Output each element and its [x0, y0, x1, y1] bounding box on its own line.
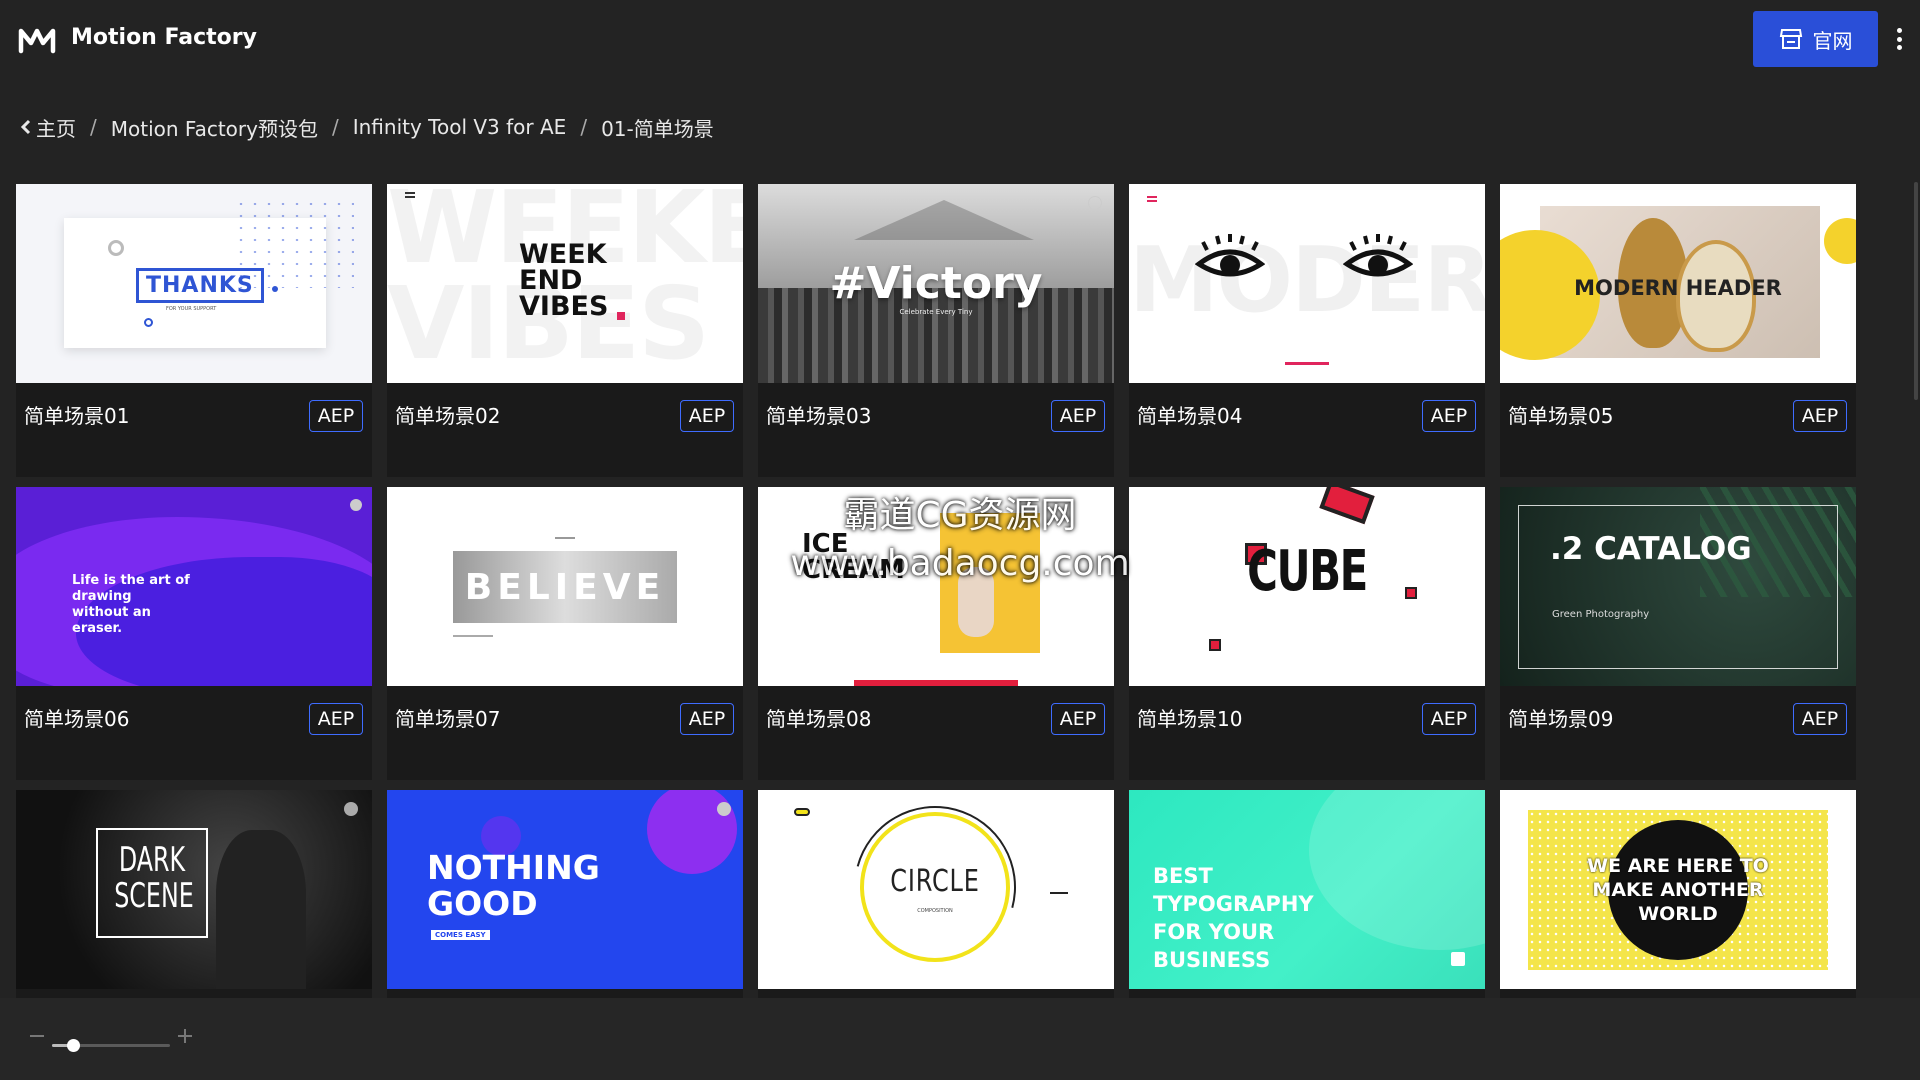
official-site-button[interactable]: 官网: [1753, 11, 1878, 67]
thumb-text: DARK SCENE: [114, 840, 194, 916]
asset-grid: THANKS FOR YOUR SUPPORT 简单场景01 AEP WEEKE…: [16, 184, 1856, 998]
breadcrumb-separator: /: [90, 115, 97, 139]
breadcrumb-separator: /: [331, 115, 339, 139]
thumb-subtext: COMPOSITION: [917, 908, 953, 914]
thumb-subtext: Celebrate Every Tiny: [899, 308, 973, 316]
thumb-text: MODERN HEADER: [1574, 276, 1782, 300]
asset-thumbnail: BEST TYPOGRAPHY FOR YOUR BUSINESS: [1129, 790, 1485, 989]
aep-badge: AEP: [1422, 400, 1476, 432]
asset-card[interactable]: NOTHING GOOD COMES EASY: [387, 790, 743, 998]
asset-card[interactable]: WE ARE HERE TO MAKE ANOTHER WORLD: [1500, 790, 1856, 998]
zoom-in-icon[interactable]: [177, 1028, 193, 1044]
asset-name: 简单场景10: [1137, 707, 1243, 731]
asset-card[interactable]: THANKS FOR YOUR SUPPORT 简单场景01 AEP: [16, 184, 372, 477]
asset-thumbnail: CUBE: [1129, 487, 1485, 686]
breadcrumb: 主页 / Motion Factory预设包 / Infinity Tool V…: [20, 112, 714, 142]
asset-thumbnail: NOTHING GOOD COMES EASY: [387, 790, 743, 989]
thumb-text: ICE CREAM: [802, 529, 905, 585]
breadcrumb-separator: /: [580, 115, 588, 139]
asset-thumbnail: Life is the art of drawing without an er…: [16, 487, 372, 686]
thumb-text: #Victory: [829, 258, 1043, 309]
zoom-slider[interactable]: [52, 1039, 170, 1052]
thumb-subtext: COMES EASY: [431, 930, 490, 940]
asset-card[interactable]: MODERN HEADER 简单场景05 AEP: [1500, 184, 1856, 477]
breadcrumb-preset-pack[interactable]: Motion Factory预设包: [111, 113, 318, 142]
aep-badge: AEP: [680, 703, 734, 735]
asset-name: 简单场景09: [1508, 707, 1614, 731]
footer-bar: [0, 998, 1920, 1080]
asset-thumbnail: CIRCLE COMPOSITION: [758, 790, 1114, 989]
asset-thumbnail: THANKS FOR YOUR SUPPORT: [16, 184, 372, 383]
thumb-text: BEST TYPOGRAPHY FOR YOUR BUSINESS: [1153, 864, 1314, 972]
asset-thumbnail: WEEKEND VIBES WEEK END VIBES: [387, 184, 743, 383]
top-bar: Motion Factory 官网: [0, 0, 1920, 78]
asset-name: 简单场景03: [766, 404, 872, 428]
aep-badge: AEP: [309, 703, 363, 735]
scrollbar[interactable]: [1914, 182, 1918, 400]
asset-card[interactable]: WEEKEND VIBES WEEK END VIBES 简单场景02 AEP: [387, 184, 743, 477]
asset-thumbnail: BELIEVE: [387, 487, 743, 686]
breadcrumb-current: 01-简单场景: [601, 116, 714, 141]
more-menu-icon[interactable]: [1893, 22, 1905, 56]
thumb-text: CUBE: [1247, 539, 1368, 604]
aep-badge: AEP: [1793, 703, 1847, 735]
asset-name: 简单场景06: [24, 707, 130, 731]
thumb-subtext: FOR YOUR SUPPORT: [166, 306, 217, 312]
asset-thumbnail: #Victory Celebrate Every Tiny: [758, 184, 1114, 383]
thumb-text: NOTHING GOOD: [427, 848, 600, 923]
chevron-left-icon[interactable]: [20, 119, 32, 135]
aep-badge: AEP: [309, 400, 363, 432]
thumb-text: WEEK END VIBES: [519, 239, 609, 322]
asset-thumbnail: MODERN HEADER: [1500, 184, 1856, 383]
asset-thumbnail: DARK SCENE: [16, 790, 372, 989]
thumb-text: .2 CATALOG: [1550, 531, 1752, 567]
asset-name: 简单场景08: [766, 707, 872, 731]
asset-card[interactable]: MODERN 简单场景04 AEP: [1129, 184, 1485, 477]
asset-thumbnail: MODERN: [1129, 184, 1485, 383]
aep-badge: AEP: [1422, 703, 1476, 735]
asset-name: 简单场景07: [395, 707, 501, 731]
asset-card[interactable]: BEST TYPOGRAPHY FOR YOUR BUSINESS: [1129, 790, 1485, 998]
thumb-subtext: Green Photography: [1552, 609, 1650, 620]
asset-name: 简单场景02: [395, 404, 501, 428]
asset-card[interactable]: DARK SCENE: [16, 790, 372, 998]
thumb-bg-text: MODERN: [1129, 228, 1485, 333]
eye-icon: [1195, 234, 1265, 277]
asset-card[interactable]: Life is the art of drawing without an er…: [16, 487, 372, 780]
asset-card[interactable]: ICE CREAM 简单场景08 AEP: [758, 487, 1114, 780]
official-site-label: 官网: [1812, 28, 1853, 53]
thumb-text: Life is the art of drawing without an er…: [72, 573, 190, 636]
app-title: Motion Factory: [71, 25, 257, 50]
thumb-text: CIRCLE: [890, 864, 980, 899]
asset-card[interactable]: .2 CATALOG Green Photography 简单场景09 AEP: [1500, 487, 1856, 780]
motion-factory-logo-icon: [18, 28, 56, 54]
aep-badge: AEP: [1051, 703, 1105, 735]
asset-card[interactable]: CIRCLE COMPOSITION: [758, 790, 1114, 998]
asset-name: 简单场景04: [1137, 404, 1243, 428]
asset-name: 简单场景05: [1508, 404, 1614, 428]
store-icon: [1779, 29, 1802, 49]
aep-badge: AEP: [1051, 400, 1105, 432]
asset-card[interactable]: BELIEVE 简单场景07 AEP: [387, 487, 743, 780]
asset-card[interactable]: CUBE 简单场景10 AEP: [1129, 487, 1485, 780]
thumb-text: BELIEVE: [464, 567, 666, 608]
breadcrumb-infinity-tool[interactable]: Infinity Tool V3 for AE: [353, 115, 567, 139]
asset-thumbnail: ICE CREAM: [758, 487, 1114, 686]
breadcrumb-home[interactable]: 主页: [36, 113, 76, 142]
asset-name: 简单场景01: [24, 404, 130, 428]
asset-thumbnail: WE ARE HERE TO MAKE ANOTHER WORLD: [1500, 790, 1856, 989]
aep-badge: AEP: [1793, 400, 1847, 432]
eye-icon: [1343, 234, 1413, 277]
aep-badge: AEP: [680, 400, 734, 432]
asset-thumbnail: .2 CATALOG Green Photography: [1500, 487, 1856, 686]
thumb-text: WE ARE HERE TO MAKE ANOTHER WORLD: [1587, 855, 1769, 925]
zoom-out-icon[interactable]: [30, 1035, 44, 1037]
asset-card[interactable]: #Victory Celebrate Every Tiny 简单场景03 AEP: [758, 184, 1114, 477]
